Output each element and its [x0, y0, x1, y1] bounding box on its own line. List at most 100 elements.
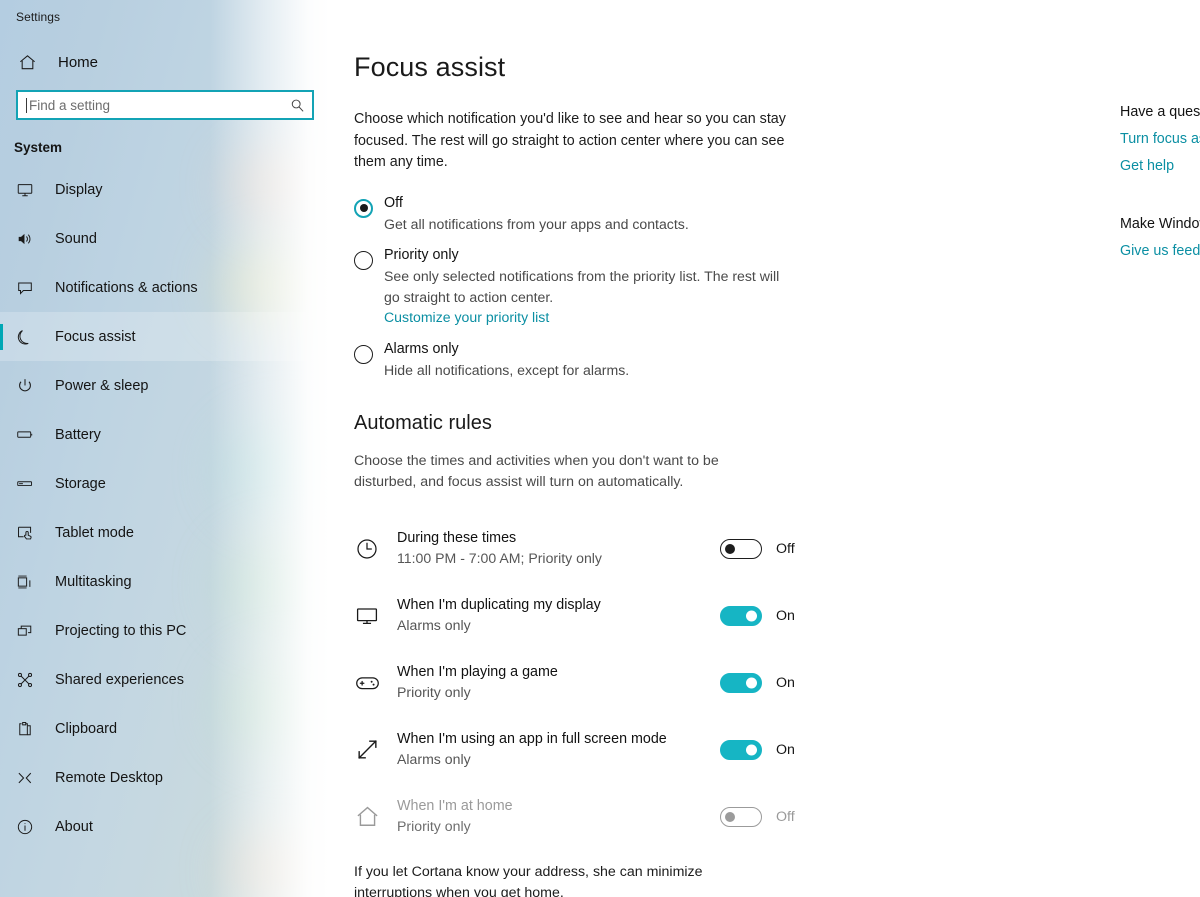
radio-button[interactable]	[354, 344, 373, 364]
page-title: Focus assist	[354, 52, 506, 82]
speaker-icon	[14, 228, 36, 250]
rule-playing-a-game[interactable]: When I'm playing a game Priority only On	[354, 649, 824, 716]
turn-focus-assist-link[interactable]: Turn focus assist on or off	[1120, 131, 1200, 147]
sidebar-item-projecting-to-this-pc[interactable]: Projecting to this PC	[0, 606, 330, 655]
sidebar-item-sound[interactable]: Sound	[0, 214, 330, 263]
sidebar-item-label: Shared experiences	[55, 671, 184, 688]
fullscreen-arrows-icon	[354, 737, 380, 763]
info-icon	[14, 816, 36, 838]
radio-option-priority-only[interactable]: Priority only See only selected notifica…	[354, 245, 824, 328]
sidebar-item-tablet-mode[interactable]: Tablet mode	[0, 508, 330, 557]
sidebar-item-label: Sound	[55, 230, 97, 247]
multitasking-icon	[14, 571, 36, 593]
radio-button[interactable]	[354, 198, 373, 218]
monitor-icon	[354, 603, 380, 629]
power-icon	[14, 375, 36, 397]
radio-description: Get all notifications from your apps and…	[384, 215, 689, 232]
rule-when-at-home[interactable]: When I'm at home Priority only Off	[354, 783, 824, 850]
rule-toggle-state: Off	[776, 540, 795, 557]
radio-option-alarms-only[interactable]: Alarms only Hide all notifications, exce…	[354, 339, 824, 381]
get-help-link[interactable]: Get help	[1120, 158, 1200, 174]
sidebar-item-power-sleep[interactable]: Power & sleep	[0, 361, 330, 410]
rule-toggle-state: Off	[776, 808, 795, 825]
rule-full-screen-mode[interactable]: When I'm using an app in full screen mod…	[354, 716, 824, 783]
rule-toggle[interactable]	[720, 605, 762, 626]
sidebar-item-label: Focus assist	[55, 328, 136, 345]
rule-toggle-state: On	[776, 674, 795, 691]
tablet-touch-icon	[14, 522, 36, 544]
main-content: Focus assist Choose which notification y…	[330, 0, 1200, 897]
search-input[interactable]	[27, 92, 282, 118]
sidebar-item-label: Multitasking	[55, 573, 132, 590]
radio-description: See only selected notifications from the…	[384, 268, 780, 305]
app-title: Settings	[16, 10, 61, 24]
give-feedback-link[interactable]: Give us feedback	[1120, 243, 1200, 259]
rule-toggle[interactable]	[720, 538, 762, 559]
project-screen-icon	[14, 620, 36, 642]
radio-button[interactable]	[354, 251, 373, 270]
rule-during-these-times[interactable]: During these times 11:00 PM - 7:00 AM; P…	[354, 515, 824, 582]
rule-duplicating-display[interactable]: When I'm duplicating my display Alarms o…	[354, 582, 824, 649]
feedback-heading: Make Windows better	[1120, 216, 1200, 232]
rule-toggle-state: On	[776, 741, 795, 758]
home-icon	[16, 51, 38, 73]
gamepad-icon	[354, 670, 380, 696]
right-help-pane: Have a question? Turn focus assist on or…	[1120, 0, 1200, 259]
sidebar-item-shared-experiences[interactable]: Shared experiences	[0, 655, 330, 704]
cortana-footnote: If you let Cortana know your address, sh…	[354, 864, 703, 897]
focus-level-radio-group: Off Get all notifications from your apps…	[354, 193, 824, 381]
sidebar-item-remote-desktop[interactable]: Remote Desktop	[0, 753, 330, 802]
radio-description: Hide all notifications, except for alarm…	[384, 361, 630, 378]
sidebar-item-label: Display	[55, 181, 103, 198]
sidebar-item-label: Clipboard	[55, 720, 118, 737]
rule-toggle-state: On	[776, 607, 795, 624]
sidebar-item-focus-assist[interactable]: Focus assist	[0, 312, 330, 361]
sidebar-item-notifications-actions[interactable]: Notifications & actions	[0, 263, 330, 312]
sidebar-item-battery[interactable]: Battery	[0, 410, 330, 459]
settings-sidebar: Settings Home Find a setting System Disp…	[0, 0, 330, 897]
sidebar-item-label: About	[55, 818, 93, 835]
clock-icon	[354, 536, 380, 562]
sidebar-group-heading: System	[14, 140, 63, 155]
sidebar-item-label: Battery	[55, 426, 101, 443]
automatic-rules-title: Automatic rules	[354, 412, 492, 434]
sidebar-item-multitasking[interactable]: Multitasking	[0, 557, 330, 606]
automatic-rules-list: During these times 11:00 PM - 7:00 AM; P…	[354, 515, 824, 850]
radio-option-off[interactable]: Off Get all notifications from your apps…	[354, 193, 824, 235]
rule-toggle[interactable]	[720, 739, 762, 760]
search-box[interactable]	[16, 90, 314, 120]
settings-window: Settings Home Find a setting System Disp…	[0, 0, 1200, 897]
rule-toggle[interactable]	[720, 672, 762, 693]
sidebar-item-home[interactable]: Home	[0, 42, 330, 82]
sidebar-item-label-home: Home	[58, 53, 99, 71]
sidebar-item-label: Remote Desktop	[55, 769, 163, 786]
sidebar-item-label: Power & sleep	[55, 377, 149, 394]
sidebar-item-display[interactable]: Display	[0, 165, 330, 214]
sidebar-item-label: Notifications & actions	[55, 279, 198, 296]
chat-bubble-icon	[14, 277, 36, 299]
automatic-rules-description: Choose the times and activities when you…	[354, 453, 719, 490]
search-icon[interactable]	[282, 92, 312, 118]
moon-icon	[14, 326, 36, 348]
storage-icon	[14, 473, 36, 495]
remote-desktop-icon	[14, 767, 36, 789]
house-icon	[354, 804, 380, 830]
sidebar-item-clipboard[interactable]: Clipboard	[0, 704, 330, 753]
battery-icon	[14, 424, 36, 446]
customize-priority-list-link[interactable]: Customize your priority list	[384, 307, 549, 328]
sidebar-item-storage[interactable]: Storage	[0, 459, 330, 508]
sidebar-item-label: Projecting to this PC	[55, 622, 187, 639]
sidebar-item-about[interactable]: About	[0, 802, 330, 851]
share-nodes-icon	[14, 669, 36, 691]
help-heading: Have a question?	[1120, 104, 1200, 120]
radio-label: Off	[384, 194, 403, 211]
radio-label: Alarms only	[384, 340, 459, 357]
radio-label: Priority only	[384, 247, 459, 263]
rule-toggle[interactable]	[720, 806, 762, 827]
clipboard-icon	[14, 718, 36, 740]
sidebar-nav: Display Sound Notifications & actions Fo…	[0, 165, 330, 851]
monitor-icon	[14, 179, 36, 201]
sidebar-item-label: Tablet mode	[55, 524, 134, 541]
page-description: Choose which notification you'd like to …	[354, 111, 786, 170]
sidebar-item-label: Storage	[55, 475, 106, 492]
